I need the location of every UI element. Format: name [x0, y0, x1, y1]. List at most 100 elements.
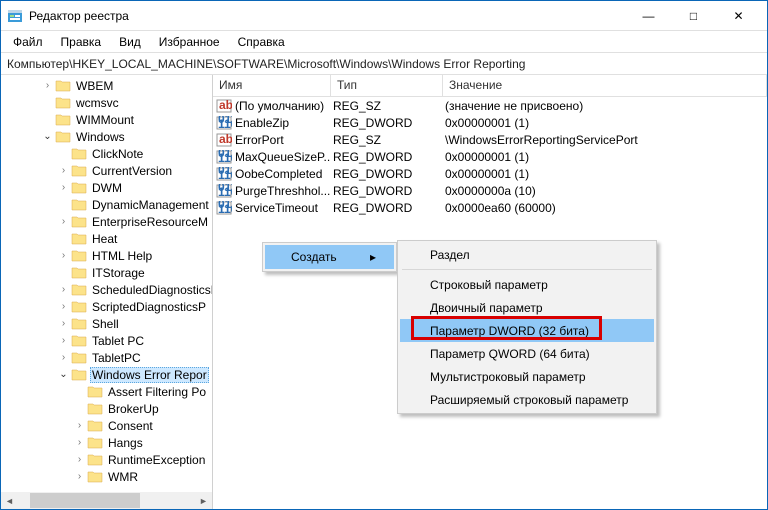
value-name: ServiceTimeout [235, 201, 331, 215]
ctx-string[interactable]: Строковый параметр [400, 273, 654, 296]
ctx-create[interactable]: Создать ▸ [265, 245, 394, 269]
tree-h-scrollbar[interactable]: ◄ ► [1, 492, 212, 509]
tree-item[interactable]: › CurrentVersion [1, 162, 212, 179]
window-title: Редактор реестра [29, 9, 626, 23]
chevron-right-icon[interactable]: › [57, 181, 70, 194]
tree-item[interactable]: Assert Filtering Po [1, 383, 212, 400]
tree-item[interactable]: ⌄Windows [1, 128, 212, 145]
value-row[interactable]: 011110MaxQueueSizeP...REG_DWORD0x0000000… [213, 148, 767, 165]
dword-value-icon: 011110 [216, 116, 232, 130]
value-data: 0x0000ea60 (60000) [443, 201, 767, 215]
chevron-down-icon[interactable]: ⌄ [57, 368, 70, 381]
chevron-right-icon[interactable]: › [57, 215, 70, 228]
tree-item[interactable]: ›ScheduledDiagnosticsP [1, 281, 212, 298]
tree-item[interactable]: › RuntimeException [1, 451, 212, 468]
tree-item[interactable]: ›WBEM [1, 77, 212, 94]
svg-text:110: 110 [218, 151, 232, 164]
value-type: REG_SZ [331, 133, 443, 147]
menu-favorites[interactable]: Избранное [151, 33, 228, 51]
col-type[interactable]: Тип [331, 75, 443, 96]
address-bar[interactable]: Компьютер\HKEY_LOCAL_MACHINE\SOFTWARE\Mi… [1, 53, 767, 75]
tree-item[interactable]: ›DWM [1, 179, 212, 196]
chevron-right-icon[interactable]: › [57, 249, 70, 262]
chevron-right-icon[interactable]: › [73, 470, 86, 483]
tree-item[interactable]: BrokerUp [1, 400, 212, 417]
tree-item[interactable]: ITStorage [1, 264, 212, 281]
tree-item[interactable]: ›Shell [1, 315, 212, 332]
chevron-right-icon[interactable]: › [57, 300, 70, 313]
tree-item[interactable]: ›HTML Help [1, 247, 212, 264]
tree-item[interactable]: ⌄Windows Error Repor [1, 366, 212, 383]
folder-icon [71, 283, 87, 296]
tree-item[interactable]: DynamicManagement [1, 196, 212, 213]
tree-item[interactable]: ClickNote [1, 145, 212, 162]
minimize-button[interactable]: — [626, 2, 671, 30]
scroll-left-icon[interactable]: ◄ [1, 492, 18, 509]
chevron-right-icon[interactable]: › [57, 164, 70, 177]
svg-text:110: 110 [218, 168, 232, 181]
folder-icon [87, 385, 103, 398]
folder-icon [87, 436, 103, 449]
value-row[interactable]: ab(По умолчанию)REG_SZ(значение не присв… [213, 97, 767, 114]
tree-item[interactable]: ›ScriptedDiagnosticsP [1, 298, 212, 315]
maximize-button[interactable]: □ [671, 2, 716, 30]
tree-pane: ›WBEM wcmsvcWIMMount⌄WindowsClickNote › Cur… [1, 75, 213, 509]
chevron-right-icon[interactable]: › [57, 351, 70, 364]
menu-edit[interactable]: Правка [53, 33, 110, 51]
tree-item[interactable]: › TabletPC [1, 349, 212, 366]
tree-item[interactable]: ›EnterpriseResourceM [1, 213, 212, 230]
col-value[interactable]: Значение [443, 75, 767, 96]
address-path: \HKEY_LOCAL_MACHINE\SOFTWARE\Microsoft\W… [69, 57, 525, 71]
folder-icon [55, 130, 71, 143]
ctx-separator [402, 269, 652, 270]
tree-item[interactable]: › Consent [1, 417, 212, 434]
folder-icon [71, 351, 87, 364]
value-row[interactable]: abErrorPortREG_SZ\WindowsErrorReportingS… [213, 131, 767, 148]
chevron-right-icon[interactable]: › [73, 436, 86, 449]
menubar: Файл Правка Вид Избранное Справка [1, 31, 767, 53]
tree-label: TabletPC [90, 351, 143, 365]
tree-label: RuntimeException [106, 453, 207, 467]
tree-label: CurrentVersion [90, 164, 174, 178]
ctx-qword[interactable]: Параметр QWORD (64 бита) [400, 342, 654, 365]
value-name: PurgeThreshhol... [235, 184, 331, 198]
tree-label: wcmsvc [74, 96, 121, 110]
dword-value-icon: 011110 [216, 201, 232, 215]
col-name[interactable]: Имя [213, 75, 331, 96]
tree-item[interactable]: ›WMR [1, 468, 212, 485]
folder-icon [87, 470, 103, 483]
ctx-expandstring[interactable]: Расширяемый строковый параметр [400, 388, 654, 411]
tree-label: ITStorage [90, 266, 147, 280]
value-row[interactable]: 011110PurgeThreshhol...REG_DWORD0x000000… [213, 182, 767, 199]
scroll-thumb[interactable] [30, 493, 140, 508]
value-name: ErrorPort [235, 133, 331, 147]
chevron-right-icon[interactable]: › [73, 453, 86, 466]
value-row[interactable]: 011110OobeCompletedREG_DWORD0x00000001 (… [213, 165, 767, 182]
toggle-placeholder [41, 96, 54, 109]
value-type: REG_SZ [331, 99, 443, 113]
ctx-dword[interactable]: Параметр DWORD (32 бита) [400, 319, 654, 342]
ctx-binary[interactable]: Двоичный параметр [400, 296, 654, 319]
value-row[interactable]: 011110ServiceTimeoutREG_DWORD0x0000ea60 … [213, 199, 767, 216]
chevron-right-icon[interactable]: › [57, 334, 70, 347]
value-row[interactable]: 011110EnableZipREG_DWORD0x00000001 (1) [213, 114, 767, 131]
chevron-right-icon[interactable]: › [73, 419, 86, 432]
tree-item[interactable]: WIMMount [1, 111, 212, 128]
tree-label: Consent [106, 419, 155, 433]
chevron-right-icon[interactable]: › [57, 283, 70, 296]
ctx-multistring[interactable]: Мультистроковый параметр [400, 365, 654, 388]
tree-item[interactable]: Heat [1, 230, 212, 247]
tree-item[interactable]: ›Tablet PC [1, 332, 212, 349]
close-button[interactable]: ✕ [716, 2, 761, 30]
chevron-down-icon[interactable]: ⌄ [41, 130, 54, 143]
tree-item[interactable]: wcmsvc [1, 94, 212, 111]
menu-help[interactable]: Справка [230, 33, 293, 51]
scroll-right-icon[interactable]: ► [195, 492, 212, 509]
ctx-section[interactable]: Раздел [400, 243, 654, 266]
folder-icon [87, 419, 103, 432]
menu-view[interactable]: Вид [111, 33, 149, 51]
chevron-right-icon[interactable]: › [57, 317, 70, 330]
chevron-right-icon[interactable]: › [41, 79, 54, 92]
menu-file[interactable]: Файл [5, 33, 51, 51]
tree-item[interactable]: ›Hangs [1, 434, 212, 451]
